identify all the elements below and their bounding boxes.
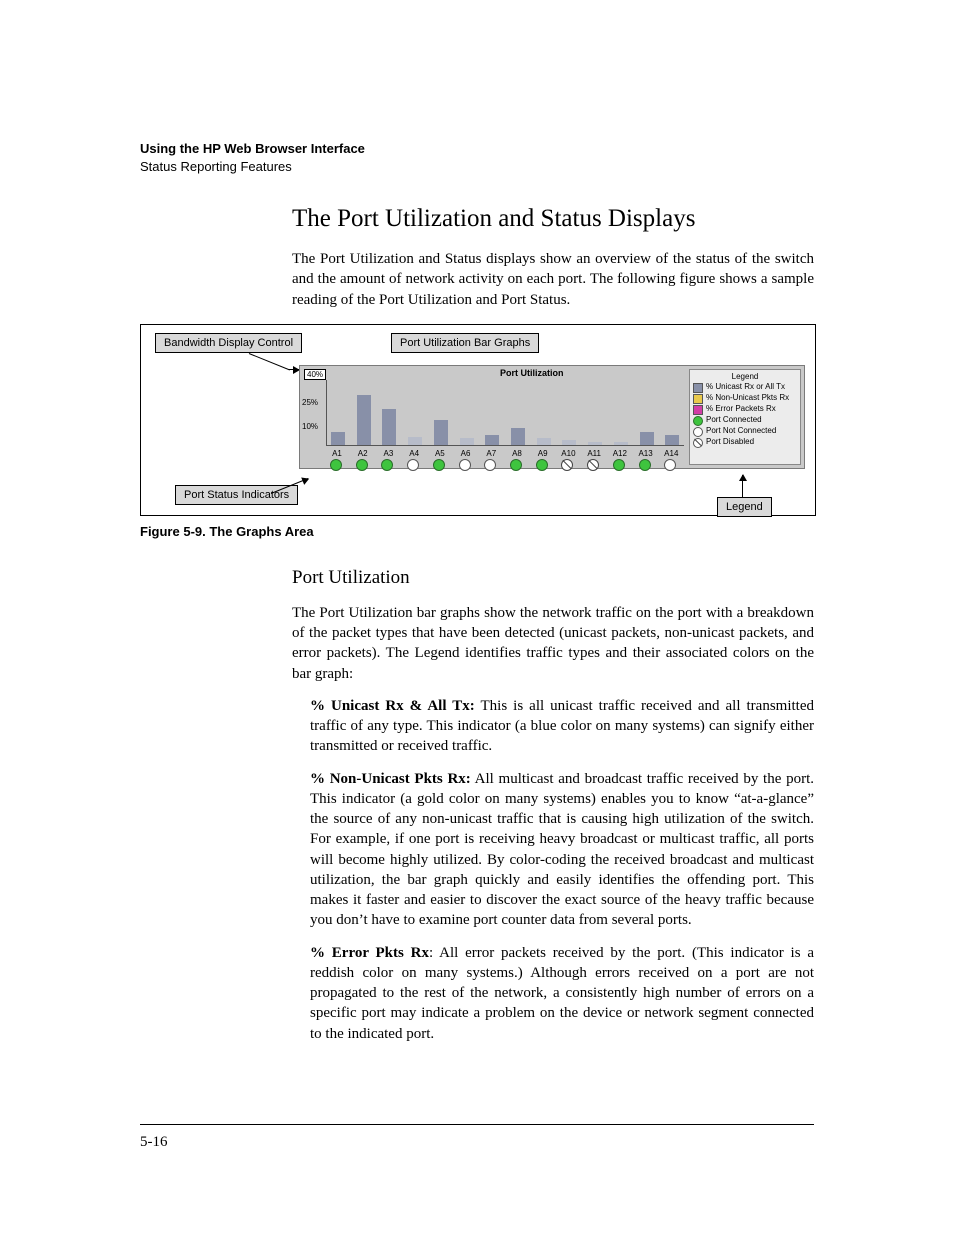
legend-item-0: % Unicast Rx or All Tx	[693, 383, 797, 393]
port-status-A11	[587, 459, 599, 471]
port-status-A13	[639, 459, 651, 471]
bar-A2	[357, 395, 371, 445]
ytick-25: 25%	[302, 398, 318, 407]
legend-title: Legend	[693, 372, 797, 381]
bar-A12	[614, 442, 628, 445]
xlabel-A6: A6	[456, 449, 476, 458]
port-status-A12	[613, 459, 625, 471]
figure-graphs-area: Bandwidth Display Control Port Utilizati…	[140, 324, 816, 516]
legend-item-3: Port Connected	[693, 416, 797, 426]
figure-caption: Figure 5-9. The Graphs Area	[140, 524, 814, 539]
port-utilization-intro: The Port Utilization bar graphs show the…	[292, 603, 814, 684]
section-title: Status Reporting Features	[140, 158, 814, 176]
port-status-A8	[510, 459, 522, 471]
callout-port-status-indicators: Port Status Indicators	[175, 485, 298, 505]
legend-swatch-3	[693, 416, 703, 426]
legend-item-4: Port Not Connected	[693, 427, 797, 437]
port-status-A5	[433, 459, 445, 471]
xlabel-A1: A1	[327, 449, 347, 458]
port-utilization-chart: Port Utilization 40% 25% 10% Legend % Un…	[299, 365, 805, 469]
chart-title: Port Utilization	[500, 368, 564, 378]
bullet-lead-1: % Non-Unicast Pkts Rx:	[310, 771, 471, 787]
footer-rule	[140, 1124, 814, 1125]
bullet-lead-2: % Error Pkts Rx	[310, 945, 429, 961]
xlabel-A9: A9	[533, 449, 553, 458]
callout-port-utilization-bar-graphs: Port Utilization Bar Graphs	[391, 333, 539, 353]
xlabel-A13: A13	[636, 449, 656, 458]
callout-legend: Legend	[717, 497, 772, 517]
xlabel-A14: A14	[661, 449, 681, 458]
bullet-2: % Error Pkts Rx: All error packets recei…	[310, 943, 814, 1044]
port-status-A14	[664, 459, 676, 471]
chapter-title: Using the HP Web Browser Interface	[140, 140, 814, 158]
port-status-A4	[407, 459, 419, 471]
legend-label-5: Port Disabled	[706, 438, 754, 447]
ytick-10: 10%	[302, 422, 318, 431]
legend-label-2: % Error Packets Rx	[706, 405, 776, 414]
bar-A4	[408, 437, 422, 445]
callout-bandwidth-display-control: Bandwidth Display Control	[155, 333, 302, 353]
port-status-A2	[356, 459, 368, 471]
port-status-A9	[536, 459, 548, 471]
bar-A6	[460, 438, 474, 445]
legend-swatch-1	[693, 394, 703, 404]
running-header: Using the HP Web Browser Interface Statu…	[140, 140, 814, 175]
legend-label-0: % Unicast Rx or All Tx	[706, 383, 785, 392]
bullet-text-1: All multicast and broadcast traffic rece…	[310, 771, 814, 929]
legend-item-5: Port Disabled	[693, 438, 797, 448]
bar-A13	[640, 432, 654, 445]
bullet-lead-0: % Unicast Rx & All Tx:	[310, 698, 475, 714]
bar-A9	[537, 438, 551, 445]
port-status-A7	[484, 459, 496, 471]
legend-label-1: % Non-Unicast Pkts Rx	[706, 394, 789, 403]
xlabel-A2: A2	[353, 449, 373, 458]
page-number: 5-16	[140, 1134, 168, 1151]
chart-legend: Legend % Unicast Rx or All Tx % Non-Unica…	[689, 369, 801, 465]
heading-port-utilization: Port Utilization	[292, 567, 814, 589]
xlabel-A8: A8	[507, 449, 527, 458]
legend-label-4: Port Not Connected	[706, 427, 776, 436]
bar-A5	[434, 420, 448, 445]
bar-A8	[511, 428, 525, 445]
xlabel-A3: A3	[378, 449, 398, 458]
legend-swatch-4	[693, 427, 703, 437]
chart-plot-area	[326, 380, 684, 446]
legend-swatch-0	[693, 383, 703, 393]
bullet-0: % Unicast Rx & All Tx: This is all unica…	[310, 696, 814, 757]
bar-A7	[485, 435, 499, 445]
legend-item-2: % Error Packets Rx	[693, 405, 797, 415]
xlabel-A12: A12	[610, 449, 630, 458]
xlabel-A5: A5	[430, 449, 450, 458]
legend-label-3: Port Connected	[706, 416, 762, 425]
port-status-A10	[561, 459, 573, 471]
port-status-A6	[459, 459, 471, 471]
bar-A11	[588, 442, 602, 445]
bandwidth-scale-selector[interactable]: 40%	[304, 369, 326, 380]
xlabel-A4: A4	[404, 449, 424, 458]
intro-paragraph: The Port Utilization and Status displays…	[292, 249, 814, 310]
bar-A1	[331, 432, 345, 445]
xlabel-A11: A11	[584, 449, 604, 458]
bar-A10	[562, 440, 576, 445]
legend-swatch-5	[693, 438, 703, 448]
bullet-1: % Non-Unicast Pkts Rx: All multicast and…	[310, 769, 814, 931]
xlabel-A10: A10	[558, 449, 578, 458]
bar-A14	[665, 435, 679, 445]
port-status-A3	[381, 459, 393, 471]
legend-swatch-2	[693, 405, 703, 415]
bar-A3	[382, 409, 396, 445]
legend-item-1: % Non-Unicast Pkts Rx	[693, 394, 797, 404]
heading-port-utilization-status: The Port Utilization and Status Displays	[292, 205, 814, 233]
port-status-A1	[330, 459, 342, 471]
xlabel-A7: A7	[481, 449, 501, 458]
